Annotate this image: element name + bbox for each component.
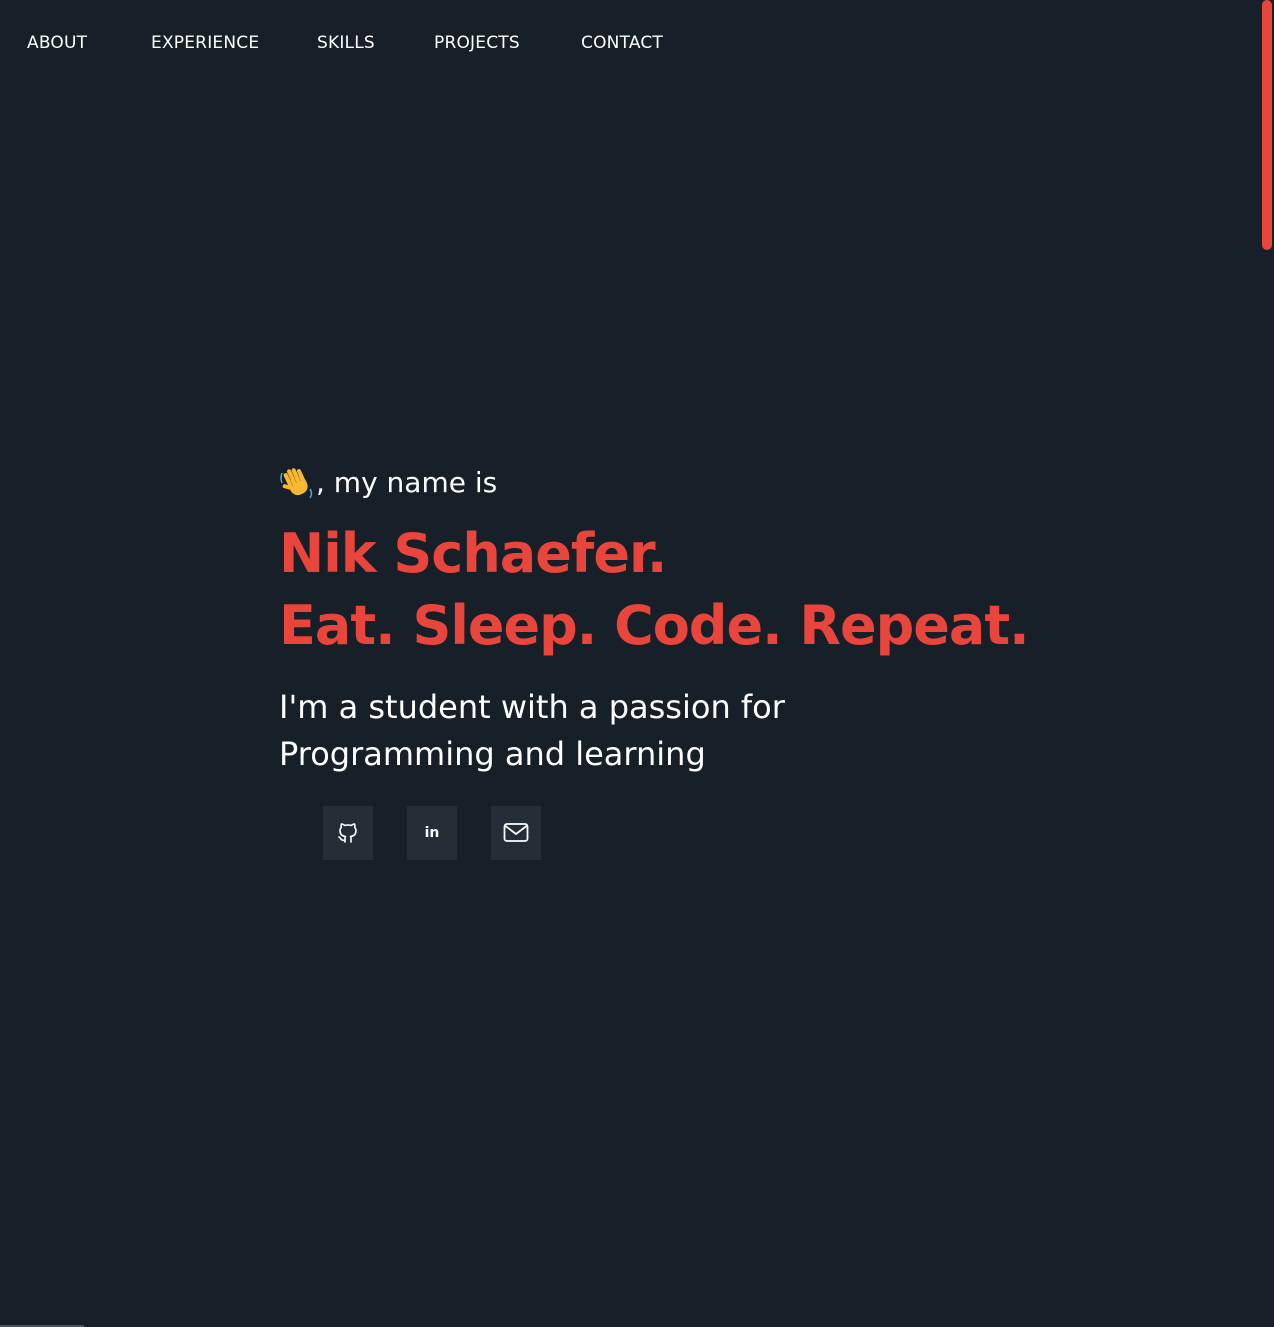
greeting-text: , my name is [316, 466, 498, 499]
scrollbar-thumb[interactable] [1262, 0, 1272, 250]
waving-hand-icon [279, 465, 315, 501]
github-button[interactable] [323, 806, 373, 860]
motto-heading: Eat. Sleep. Code. Repeat. [279, 594, 1030, 657]
greeting-line: , my name is [279, 462, 1029, 504]
github-icon [336, 821, 360, 845]
mail-icon [503, 822, 529, 844]
tagline-text: I'm a student with a passion for Program… [279, 688, 785, 773]
name-heading: Nik Schaefer. [279, 522, 667, 585]
social-links: in [323, 806, 575, 860]
nav-skills-link[interactable]: SKILLS [317, 33, 375, 53]
hero-section: , my name is Nik Schaefer. Eat. Sleep. C… [279, 462, 1030, 778]
nav-about-link[interactable]: ABOUT [27, 33, 87, 53]
nav-contact-link[interactable]: CONTACT [581, 33, 663, 53]
linkedin-button[interactable]: in [407, 806, 457, 860]
email-button[interactable] [491, 806, 541, 860]
nav-projects-link[interactable]: PROJECTS [434, 33, 520, 53]
scrollbar-track[interactable] [1260, 0, 1274, 1327]
nav-experience-link[interactable]: EXPERIENCE [151, 33, 259, 53]
linkedin-icon: in [424, 825, 440, 841]
